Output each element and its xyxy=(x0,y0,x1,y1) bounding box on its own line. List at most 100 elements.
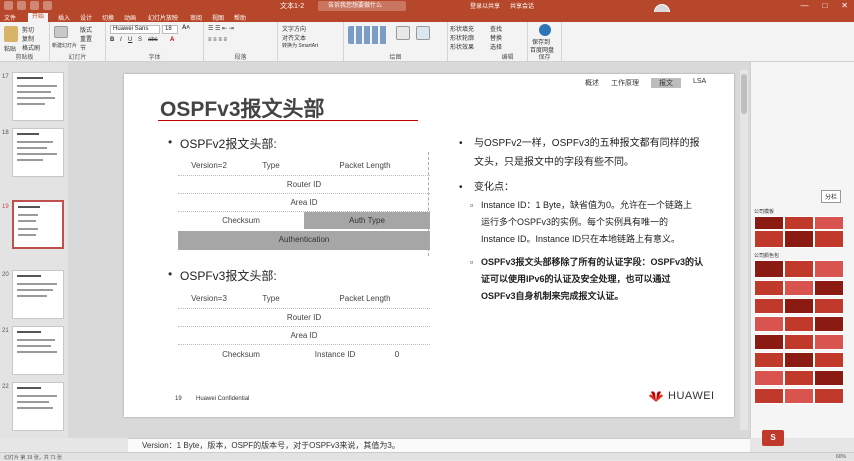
color-tile[interactable] xyxy=(784,260,814,278)
replace-button[interactable]: 替换 xyxy=(490,33,502,42)
color-tile[interactable] xyxy=(754,280,784,296)
align-buttons[interactable]: ≡ ≡ ≡ ≡ xyxy=(208,37,227,43)
italic-button[interactable]: I xyxy=(120,37,122,43)
design-ideas-pane[interactable]: 分栏 公司模板 公司颜色包 xyxy=(750,62,854,438)
template-tile[interactable] xyxy=(784,216,814,230)
speaker-notes[interactable]: Version：1 Byte，版本，OSPF的版本号，对于OSPFv3来说，其值… xyxy=(128,438,750,452)
color-tile[interactable] xyxy=(784,298,814,314)
slide-thumbnail-current[interactable] xyxy=(12,200,64,249)
reset-button[interactable]: 重置 xyxy=(80,34,92,43)
bold-button[interactable]: B xyxy=(110,37,114,43)
color-tile[interactable] xyxy=(784,388,814,404)
tab-file[interactable]: 文件 xyxy=(4,13,16,22)
paste-icon[interactable] xyxy=(4,26,18,42)
template-tile[interactable] xyxy=(754,230,784,248)
color-tile[interactable] xyxy=(754,260,784,278)
shadow-button[interactable]: S xyxy=(138,37,142,43)
color-tile[interactable] xyxy=(814,316,844,332)
login-link[interactable]: 登录以共享 xyxy=(470,1,500,10)
nav-tab-packet[interactable]: 报文 xyxy=(651,78,681,88)
shapes-gallery[interactable] xyxy=(348,26,388,44)
color-tile[interactable] xyxy=(754,298,784,314)
changes-heading[interactable]: 变化点： xyxy=(474,178,514,197)
cloud-icon[interactable] xyxy=(539,24,551,36)
instance-id-line-3[interactable]: Instance ID。Instance ID只在本地链路上有意义。 xyxy=(481,231,680,248)
grow-font-button[interactable]: A˄ xyxy=(182,25,190,31)
v2-heading[interactable]: OSPFv2报文头部: xyxy=(168,135,277,152)
share-button[interactable]: 共享会话 xyxy=(510,1,534,10)
color-tile[interactable] xyxy=(754,334,784,350)
color-tile[interactable] xyxy=(754,370,784,386)
slide-thumbnail[interactable] xyxy=(12,382,64,431)
color-tile[interactable] xyxy=(814,334,844,350)
color-tile[interactable] xyxy=(814,370,844,386)
nav-tab-overview[interactable]: 概述 xyxy=(585,78,599,88)
scrollbar-thumb[interactable] xyxy=(741,74,747,114)
color-tile[interactable] xyxy=(814,352,844,368)
font-name-select[interactable]: Huawei Sans xyxy=(110,25,160,34)
color-tile[interactable] xyxy=(784,352,814,368)
tab-transitions[interactable]: 切换 xyxy=(102,13,114,22)
color-tile[interactable] xyxy=(814,260,844,278)
color-tile[interactable] xyxy=(814,388,844,404)
v3-heading[interactable]: OSPFv3报文头部: xyxy=(168,267,277,284)
find-button[interactable]: 查找 xyxy=(490,24,502,33)
shape-outline-button[interactable]: 形状轮廓 xyxy=(450,33,474,42)
tab-review[interactable]: 审阅 xyxy=(190,13,202,22)
tell-me-search[interactable]: 告诉我您想要做什么 xyxy=(318,1,406,11)
redo-icon[interactable] xyxy=(30,1,39,10)
color-tile[interactable] xyxy=(814,298,844,314)
auth-removed-line-1[interactable]: OSPFv3报文头部移除了所有的认证字段：OSPFv3的认 xyxy=(481,254,703,271)
template-tile[interactable] xyxy=(814,216,844,230)
color-tile[interactable] xyxy=(814,280,844,296)
cut-button[interactable]: 剪切 xyxy=(22,25,34,34)
undo-icon[interactable] xyxy=(17,1,26,10)
shape-fill-button[interactable]: 形状填充 xyxy=(450,24,474,33)
align-text-button[interactable]: 对齐文本 xyxy=(282,33,306,42)
tab-design[interactable]: 设计 xyxy=(80,13,92,22)
slide-thumbnail[interactable] xyxy=(12,270,64,319)
instance-id-line-2[interactable]: 运行多个OSPFv3的实例。每个实例具有唯一的 xyxy=(481,214,668,231)
slide-thumbnail[interactable] xyxy=(12,128,64,177)
instance-id-line-1[interactable]: Instance ID：1 Byte，缺省值为0。允许在一个链路上 xyxy=(481,197,692,214)
tab-help[interactable]: 帮助 xyxy=(234,13,246,22)
copy-button[interactable]: 复制 xyxy=(22,34,34,43)
template-tile[interactable] xyxy=(784,230,814,248)
slide-thumbnails-pane[interactable]: 17 18 19 20 21 22 xyxy=(0,62,68,438)
zoom-level[interactable]: 60% xyxy=(836,454,846,460)
auth-removed-line-3[interactable]: OSPFv3自身机制来完成报文认证。 xyxy=(481,288,624,305)
nav-tab-principle[interactable]: 工作原理 xyxy=(611,78,639,88)
tab-view[interactable]: 视图 xyxy=(212,13,224,22)
new-slide-icon[interactable] xyxy=(54,26,68,38)
color-tile[interactable] xyxy=(784,316,814,332)
auth-removed-line-2[interactable]: 证可以使用IPv6的认证及安全处理，也可以通过 xyxy=(481,271,671,288)
format-painter-button[interactable]: 格式刷 xyxy=(22,43,40,52)
intro-line-2[interactable]: 文头，只是报文中的字段有些不同。 xyxy=(474,153,634,172)
layout-button[interactable]: 版式 xyxy=(80,25,92,34)
color-tile[interactable] xyxy=(754,352,784,368)
slide-title[interactable]: OSPFv3报文头部 xyxy=(160,93,325,123)
present-icon[interactable] xyxy=(43,1,52,10)
text-direction-button[interactable]: 文字方向 xyxy=(282,24,306,33)
slide-thumbnail[interactable] xyxy=(12,326,64,375)
vertical-scrollbar[interactable] xyxy=(740,70,748,430)
app-badge-icon[interactable]: S xyxy=(762,430,784,446)
strike-button[interactable]: abc xyxy=(148,37,158,43)
maximize-button[interactable]: □ xyxy=(822,1,827,10)
section-button[interactable]: 节 xyxy=(80,43,86,52)
tab-slideshow[interactable]: 幻灯片放映 xyxy=(148,13,178,22)
color-tile[interactable] xyxy=(784,370,814,386)
font-color-button[interactable]: A xyxy=(170,37,174,43)
slide-thumbnail[interactable] xyxy=(12,72,64,121)
color-tile[interactable] xyxy=(784,280,814,296)
shape-effects-button[interactable]: 形状效果 xyxy=(450,42,474,51)
quick-styles-icon[interactable] xyxy=(416,26,430,40)
split-button[interactable]: 分栏 xyxy=(821,190,842,203)
template-tile[interactable] xyxy=(754,216,784,230)
save-icon[interactable] xyxy=(4,1,13,10)
bullets-button[interactable]: ☰ ☰ ⇤ ⇥ xyxy=(208,25,234,32)
tab-home[interactable]: 开始 xyxy=(28,13,49,22)
select-button[interactable]: 选择 xyxy=(490,42,502,51)
color-tile[interactable] xyxy=(754,388,784,404)
minimize-button[interactable]: — xyxy=(800,1,808,10)
